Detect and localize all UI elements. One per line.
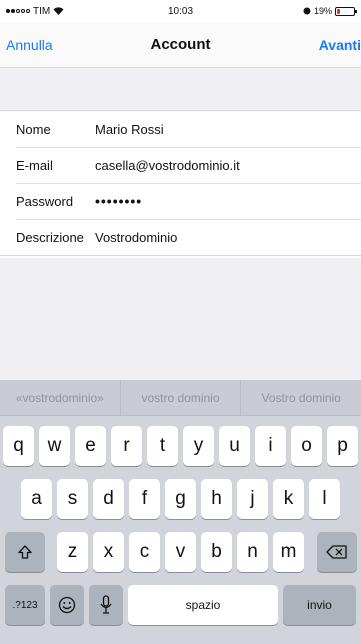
password-field[interactable]: •••••••• <box>95 193 142 209</box>
key-w[interactable]: w <box>39 426 70 466</box>
form-row-email[interactable]: E-mail casella@vostrodominio.it <box>0 147 361 183</box>
key-i[interactable]: i <box>255 426 286 466</box>
backspace-icon <box>325 545 347 559</box>
return-key[interactable]: invio <box>283 585 356 625</box>
carrier-name: TIM <box>33 5 51 17</box>
battery-icon <box>335 6 357 16</box>
key-m[interactable]: m <box>273 532 304 572</box>
suggestion-item[interactable]: Vostro dominio <box>240 380 361 415</box>
key-y[interactable]: y <box>183 426 214 466</box>
key-row-1: qwertyuiop <box>0 426 361 466</box>
status-bar: TIM 10:03 19% <box>0 0 361 22</box>
form-row-password[interactable]: Password •••••••• <box>0 183 361 219</box>
name-field[interactable]: Mario Rossi <box>95 122 164 137</box>
key-s[interactable]: s <box>57 479 88 519</box>
key-q[interactable]: q <box>3 426 34 466</box>
email-field[interactable]: casella@vostrodominio.it <box>95 158 240 173</box>
emoji-key[interactable] <box>50 585 84 625</box>
form-row-name[interactable]: Nome Mario Rossi <box>0 111 361 147</box>
key-f[interactable]: f <box>129 479 160 519</box>
form-background <box>0 258 361 380</box>
key-r[interactable]: r <box>111 426 142 466</box>
section-spacer <box>0 68 361 110</box>
key-row-2: asdfghjkl <box>0 479 361 519</box>
key-row-3: zxcvbnm <box>0 532 361 572</box>
keyboard: «vostrodominio» vostro dominio Vostro do… <box>0 380 361 644</box>
status-left: TIM <box>6 6 64 17</box>
emoji-icon <box>58 596 76 614</box>
key-rows: qwertyuiop asdfghjkl zxcvbnm .?123 spazi… <box>0 416 361 625</box>
shift-icon <box>17 545 32 559</box>
key-u[interactable]: u <box>219 426 250 466</box>
description-label: Descrizione <box>16 229 84 245</box>
signal-strength-icon <box>6 9 30 13</box>
key-row-bottom: .?123 spazio invio <box>0 585 361 625</box>
orientation-lock-icon <box>303 7 311 15</box>
key-a[interactable]: a <box>21 479 52 519</box>
space-key[interactable]: spazio <box>128 585 278 625</box>
numbers-key[interactable]: .?123 <box>5 585 45 625</box>
suggestion-bar: «vostrodominio» vostro dominio Vostro do… <box>0 380 361 416</box>
suggestion-item[interactable]: vostro dominio <box>119 380 241 415</box>
shift-key[interactable] <box>4 532 45 572</box>
page-title: Account <box>150 36 211 53</box>
key-o[interactable]: o <box>291 426 322 466</box>
form-row-description[interactable]: Descrizione Vostrodominio <box>0 219 361 255</box>
battery-fill <box>337 8 340 14</box>
microphone-key[interactable] <box>89 585 123 625</box>
backspace-key[interactable] <box>316 532 357 572</box>
suggestion-item[interactable]: «vostrodominio» <box>0 380 120 415</box>
key-k[interactable]: k <box>273 479 304 519</box>
wifi-icon <box>53 7 64 15</box>
key-g[interactable]: g <box>165 479 196 519</box>
password-label: Password <box>16 193 74 209</box>
key-b[interactable]: b <box>201 532 232 572</box>
key-v[interactable]: v <box>165 532 196 572</box>
key-p[interactable]: p <box>327 426 358 466</box>
microphone-icon <box>100 595 112 614</box>
key-d[interactable]: d <box>93 479 124 519</box>
key-x[interactable]: x <box>93 532 124 572</box>
battery-percent: 19% <box>313 6 332 16</box>
key-z[interactable]: z <box>57 532 88 572</box>
key-c[interactable]: c <box>129 532 160 572</box>
name-label: Nome <box>16 121 51 137</box>
email-label: E-mail <box>16 157 53 173</box>
key-row-3-letters: zxcvbnm <box>55 532 307 572</box>
key-h[interactable]: h <box>201 479 232 519</box>
key-n[interactable]: n <box>237 532 268 572</box>
key-l[interactable]: l <box>309 479 340 519</box>
key-e[interactable]: e <box>75 426 106 466</box>
key-t[interactable]: t <box>147 426 178 466</box>
next-button[interactable]: Avanti <box>319 37 361 53</box>
description-field[interactable]: Vostrodominio <box>95 230 177 245</box>
account-form: Nome Mario Rossi E-mail casella@vostrodo… <box>0 110 361 256</box>
status-time: 10:03 <box>167 5 194 17</box>
key-j[interactable]: j <box>237 479 268 519</box>
cancel-button[interactable]: Annulla <box>6 37 53 53</box>
navigation-bar: Annulla Account Avanti <box>0 22 361 68</box>
status-right: 19% <box>303 6 357 16</box>
